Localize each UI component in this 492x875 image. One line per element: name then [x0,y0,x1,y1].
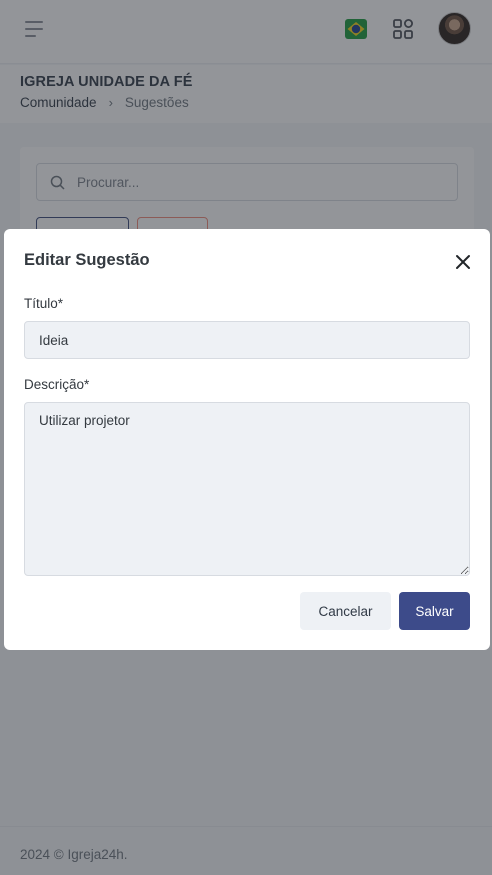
description-textarea[interactable]: Utilizar projetor [24,402,470,576]
modal-title: Editar Sugestão [24,251,150,269]
cancel-button[interactable]: Cancelar [300,592,391,630]
title-input[interactable] [24,321,470,359]
title-label: Título* [24,296,64,311]
edit-suggestion-modal: Editar Sugestão Título* Descrição* Utili… [4,229,490,650]
description-label: Descrição* [24,377,90,392]
save-button[interactable]: Salvar [399,592,470,630]
app-page: IGREJA UNIDADE DA FÉ Comunidade › Sugest… [0,0,492,875]
close-icon[interactable] [453,252,473,272]
